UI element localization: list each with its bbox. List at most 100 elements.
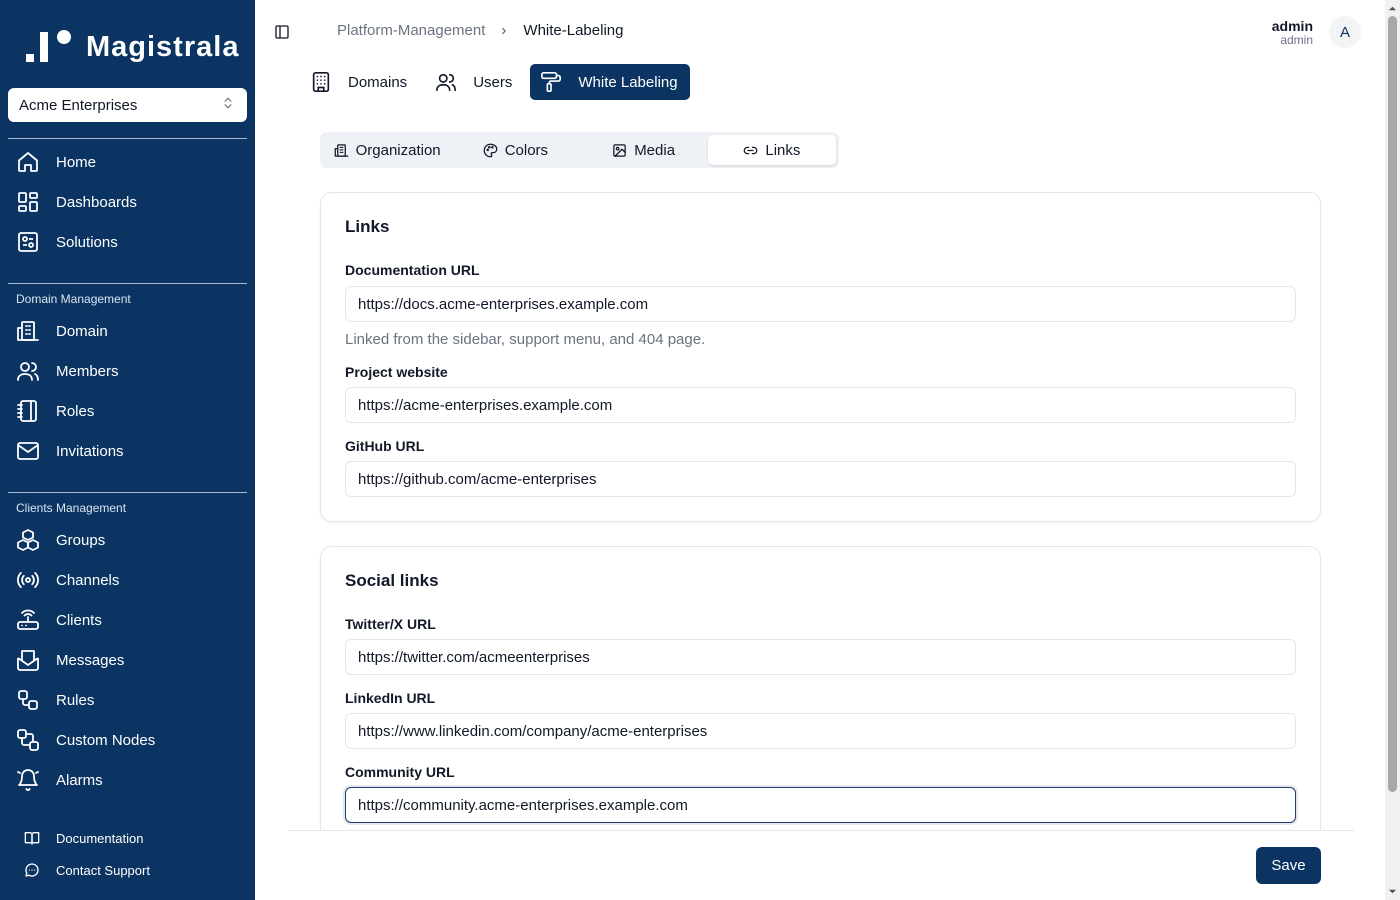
project-website-input[interactable] (345, 387, 1296, 423)
user-role: admin (1280, 33, 1313, 47)
github-url-input[interactable] (345, 461, 1296, 497)
group-label-clients-management: Clients Management (16, 501, 127, 515)
home-icon (16, 150, 40, 174)
subtab-label: Media (634, 141, 676, 159)
content-area[interactable]: Links Documentation URL Linked from the … (288, 180, 1354, 830)
sidebar-item-home[interactable]: Home (16, 146, 96, 178)
users-icon (16, 359, 40, 383)
breadcrumb-current: White-Labeling (523, 22, 624, 39)
sidebar-link-label: Documentation (56, 830, 144, 846)
bell-icon (16, 768, 40, 792)
twitter-url-input[interactable] (345, 639, 1296, 675)
sidebar-item-members[interactable]: Members (16, 355, 119, 387)
sidebar-item-clients[interactable]: Clients (16, 604, 102, 636)
sidebar-item-solutions[interactable]: Solutions (16, 226, 118, 258)
subtab-label: Colors (504, 141, 549, 159)
field-label: Documentation URL (345, 262, 480, 278)
breadcrumb: Platform-Management White-Labeling (337, 22, 623, 39)
building-icon (16, 319, 40, 343)
sidebar-item-label: Clients (56, 611, 102, 629)
card-title: Links (345, 217, 390, 236)
chevron-right-icon (499, 26, 509, 36)
field-label: LinkedIn URL (345, 690, 436, 706)
sidebar-divider (8, 283, 247, 284)
workspace-selector[interactable]: Acme Enterprises (8, 88, 247, 122)
paint-roller-icon (540, 71, 562, 93)
tab-domains[interactable]: Domains (300, 64, 419, 100)
mail-open-icon (16, 648, 40, 672)
social-links-card: Social links Twitter/X URL LinkedIn URL … (320, 546, 1321, 830)
router-icon (16, 608, 40, 632)
users-icon (435, 71, 457, 93)
sidebar-item-label: Custom Nodes (56, 731, 156, 749)
sidebar-item-label: Channels (56, 571, 120, 589)
scroll-up-arrow-icon[interactable] (1388, 4, 1397, 13)
sidebar-item-label: Invitations (56, 442, 124, 460)
brand-logo[interactable]: Magistrala (26, 30, 239, 64)
sidebar-item-label: Alarms (56, 771, 103, 789)
field-label: Project website (345, 364, 448, 380)
sidebar-item-dashboards[interactable]: Dashboards (16, 186, 137, 218)
user-name: admin (1271, 18, 1313, 34)
linkedin-url-input[interactable] (345, 713, 1296, 749)
tab-users[interactable]: Users (425, 64, 524, 100)
sidebar-item-messages[interactable]: Messages (16, 644, 124, 676)
community-url-input[interactable] (345, 787, 1296, 823)
sidebar-item-label: Home (56, 153, 97, 171)
card-title: Social links (345, 571, 439, 590)
field-label: Community URL (345, 764, 455, 780)
footer-divider (288, 830, 1354, 831)
tab-label: Users (473, 73, 513, 91)
sub-tabs: Organization Colors Media Links (320, 132, 839, 168)
sidebar-item-label: Solutions (56, 233, 118, 251)
palette-icon (483, 143, 498, 158)
field-label: GitHub URL (345, 438, 425, 454)
sidebar-toggle-button[interactable] (274, 24, 290, 40)
field-label: Twitter/X URL (345, 616, 436, 632)
scrollbar-thumb[interactable] (1388, 16, 1397, 792)
sidebar-item-channels[interactable]: Channels (16, 564, 119, 596)
sidebar: Magistrala Acme Enterprises Home Dashboa… (0, 0, 255, 900)
sidebar-item-label: Rules (56, 691, 95, 709)
sidebar-item-label: Groups (56, 531, 106, 549)
tab-label: White Labeling (578, 73, 678, 91)
sidebar-item-rules[interactable]: Rules (16, 684, 94, 716)
sidebar-item-roles[interactable]: Roles (16, 395, 94, 427)
top-tabs: Domains Users White Labeling (300, 64, 696, 100)
sidebar-item-alarms[interactable]: Alarms (16, 764, 103, 796)
user-info[interactable]: admin admin (1272, 18, 1313, 46)
sidebar-item-invitations[interactable]: Invitations (16, 435, 124, 467)
subtab-colors[interactable]: Colors (451, 135, 579, 165)
boxes-icon (16, 528, 40, 552)
sidebar-item-custom-nodes[interactable]: Custom Nodes (16, 724, 155, 756)
avatar[interactable]: A (1329, 16, 1361, 48)
tab-label: Domains (348, 73, 408, 91)
scrollbar[interactable] (1385, 0, 1400, 900)
save-button[interactable]: Save (1256, 847, 1321, 884)
subtab-label: Organization (355, 141, 441, 159)
breadcrumb-link[interactable]: Platform-Management (337, 22, 485, 39)
sidebar-item-groups[interactable]: Groups (16, 524, 105, 556)
sidebar-divider (8, 492, 247, 493)
links-card: Links Documentation URL Linked from the … (320, 192, 1321, 522)
radio-icon (16, 568, 40, 592)
subtab-media[interactable]: Media (580, 135, 708, 165)
chat-icon (24, 862, 40, 878)
logo-mark-icon (26, 30, 72, 64)
tab-white-labeling[interactable]: White Labeling (530, 64, 690, 100)
sidebar-divider (8, 138, 247, 139)
subtab-organization[interactable]: Organization (323, 135, 451, 165)
workflow-icon (16, 688, 40, 712)
scroll-down-arrow-icon[interactable] (1388, 887, 1397, 896)
link-icon (743, 143, 758, 158)
sidebar-item-domain[interactable]: Domain (16, 315, 108, 347)
workspace-selector-label: Acme Enterprises (19, 96, 138, 114)
brand-name: Magistrala (86, 30, 240, 63)
sidebar-link-contact-support[interactable]: Contact Support (24, 860, 150, 880)
documentation-url-input[interactable] (345, 286, 1296, 322)
sidebar-link-documentation[interactable]: Documentation (24, 828, 143, 848)
building-icon (310, 71, 332, 93)
field-help-text: Linked from the sidebar, support menu, a… (345, 331, 706, 348)
subtab-links[interactable]: Links (707, 135, 836, 165)
solutions-icon (16, 230, 40, 254)
